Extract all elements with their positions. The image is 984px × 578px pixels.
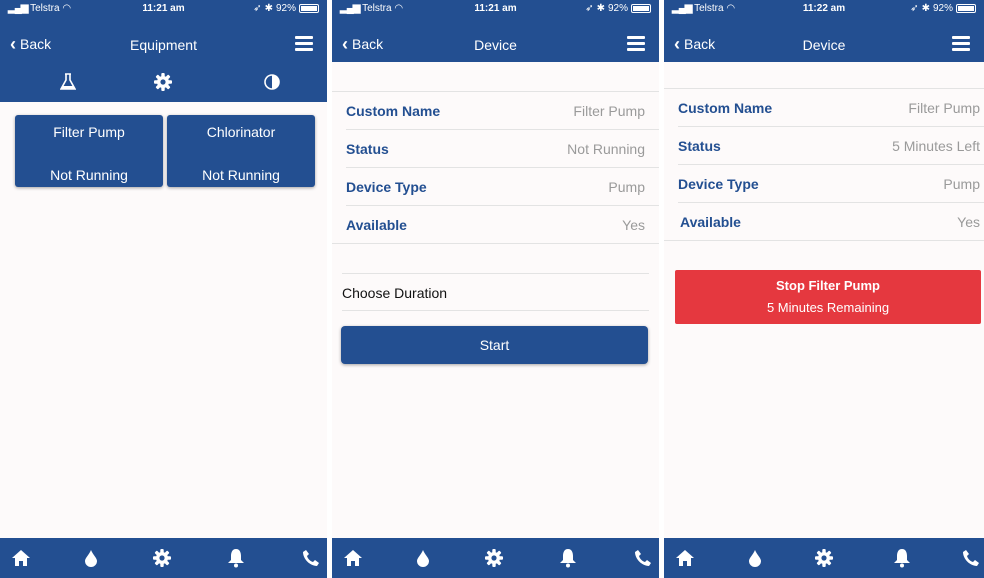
- detail-value: Not Running: [567, 141, 645, 157]
- stop-filter-pump-button[interactable]: Stop Filter Pump 5 Minutes Remaining: [675, 270, 981, 324]
- back-button[interactable]: ‹ Back: [674, 34, 716, 54]
- choose-duration-field[interactable]: Choose Duration: [342, 273, 649, 311]
- home-icon[interactable]: [672, 546, 698, 570]
- menu-icon[interactable]: [627, 36, 645, 52]
- detail-label: Custom Name: [346, 103, 441, 119]
- navigation-bar: ▂▄▆ Telstra ◠ 11:21 am ➶ ✱ 92% ‹ Back De…: [332, 0, 659, 62]
- detail-value: Pump: [608, 179, 645, 195]
- equipment-name: Chlorinator: [206, 124, 276, 140]
- water-drop-icon[interactable]: [742, 546, 768, 570]
- battery-icon: [299, 4, 319, 13]
- phone-icon[interactable]: [630, 546, 656, 570]
- detail-value: Filter Pump: [573, 103, 645, 119]
- detail-value: Yes: [957, 214, 980, 230]
- equipment-filter-pump-button[interactable]: Filter Pump Not Running: [15, 115, 163, 187]
- detail-row-status: Status 5 Minutes Left: [678, 127, 984, 165]
- detail-row-custom-name: Custom Name Filter Pump: [678, 89, 984, 127]
- status-bar: ▂▄▆ Telstra ◠ 11:21 am ➶ ✱ 92%: [0, 0, 327, 18]
- chevron-left-icon: ‹: [10, 34, 16, 54]
- battery-percent: 92%: [932, 3, 953, 14]
- contrast-icon[interactable]: [242, 68, 302, 96]
- status-right: ➶ ✱ 92%: [910, 3, 976, 14]
- location-icon: ➶: [910, 3, 919, 14]
- gear-icon[interactable]: [133, 68, 193, 96]
- bell-icon[interactable]: [889, 546, 915, 570]
- chevron-left-icon: ‹: [342, 34, 348, 54]
- gear-icon[interactable]: [481, 546, 507, 570]
- detail-row-device-type: Device Type Pump: [678, 165, 984, 203]
- home-icon[interactable]: [340, 546, 366, 570]
- detail-label: Device Type: [346, 179, 427, 195]
- tab-bar: [332, 538, 659, 578]
- detail-row-status: Status Not Running: [346, 130, 659, 168]
- water-drop-icon[interactable]: [78, 546, 104, 570]
- back-label: Back: [20, 36, 52, 52]
- stop-button-subtitle: 5 Minutes Remaining: [766, 300, 890, 315]
- battery-icon: [631, 4, 651, 13]
- menu-icon[interactable]: [295, 36, 313, 52]
- equipment-subtabs: [0, 62, 327, 102]
- detail-label: Device Type: [678, 176, 759, 192]
- gear-icon[interactable]: [149, 546, 175, 570]
- detail-label: Custom Name: [678, 100, 773, 116]
- navigation-bar: ▂▄▆ Telstra ◠ 11:21 am ➶ ✱ 92% ‹ Back Eq…: [0, 0, 327, 62]
- chevron-left-icon: ‹: [674, 34, 680, 54]
- location-icon: ➶: [253, 3, 262, 14]
- status-bar: ▂▄▆ Telstra ◠ 11:22 am ➶ ✱ 92%: [664, 0, 984, 18]
- equipment-state: Not Running: [202, 167, 280, 183]
- back-label: Back: [684, 36, 716, 52]
- battery-icon: [956, 4, 976, 13]
- equipment-chlorinator-button[interactable]: Chlorinator Not Running: [167, 115, 315, 187]
- battery-percent: 92%: [275, 3, 296, 14]
- home-icon[interactable]: [8, 546, 34, 570]
- detail-label: Status: [346, 141, 389, 157]
- back-button[interactable]: ‹ Back: [10, 34, 52, 54]
- bluetooth-icon: ✱: [264, 3, 273, 14]
- bell-icon[interactable]: [223, 546, 249, 570]
- equipment-state: Not Running: [50, 167, 128, 183]
- status-right: ➶ ✱ 92%: [585, 3, 651, 14]
- detail-row-device-type: Device Type Pump: [346, 168, 659, 206]
- status-right: ➶ ✱ 92%: [253, 3, 319, 14]
- detail-row-available: Available Yes: [664, 203, 984, 241]
- choose-duration-label: Choose Duration: [342, 285, 448, 301]
- detail-row-available: Available Yes: [332, 206, 659, 244]
- phone-icon[interactable]: [298, 546, 324, 570]
- back-button[interactable]: ‹ Back: [342, 34, 384, 54]
- detail-value: Pump: [943, 176, 980, 192]
- tab-bar: [0, 538, 327, 578]
- detail-value: Yes: [622, 217, 645, 233]
- flask-icon[interactable]: [38, 68, 98, 96]
- detail-value: Filter Pump: [908, 100, 980, 116]
- location-icon: ➶: [585, 3, 594, 14]
- equipment-screen: ▂▄▆ Telstra ◠ 11:21 am ➶ ✱ 92% ‹ Back Eq…: [0, 0, 327, 578]
- equipment-name: Filter Pump: [53, 124, 125, 140]
- back-label: Back: [352, 36, 384, 52]
- detail-value: 5 Minutes Left: [892, 138, 980, 154]
- bluetooth-icon: ✱: [921, 3, 930, 14]
- bluetooth-icon: ✱: [596, 3, 605, 14]
- status-bar: ▂▄▆ Telstra ◠ 11:21 am ➶ ✱ 92%: [332, 0, 659, 18]
- menu-icon[interactable]: [952, 36, 970, 52]
- water-drop-icon[interactable]: [410, 546, 436, 570]
- detail-label: Available: [680, 214, 741, 230]
- device-screen-running: ▂▄▆ Telstra ◠ 11:22 am ➶ ✱ 92% ‹ Back De…: [664, 0, 984, 578]
- detail-label: Status: [678, 138, 721, 154]
- battery-percent: 92%: [607, 3, 628, 14]
- gear-icon[interactable]: [811, 546, 837, 570]
- bell-icon[interactable]: [555, 546, 581, 570]
- navigation-bar: ▂▄▆ Telstra ◠ 11:22 am ➶ ✱ 92% ‹ Back De…: [664, 0, 984, 62]
- detail-label: Available: [346, 217, 407, 233]
- tab-bar: [664, 538, 984, 578]
- device-screen-idle: ▂▄▆ Telstra ◠ 11:21 am ➶ ✱ 92% ‹ Back De…: [332, 0, 659, 578]
- phone-icon[interactable]: [958, 546, 984, 570]
- detail-row-custom-name: Custom Name Filter Pump: [346, 92, 659, 130]
- start-button[interactable]: Start: [341, 326, 648, 364]
- stop-button-title: Stop Filter Pump: [776, 278, 880, 293]
